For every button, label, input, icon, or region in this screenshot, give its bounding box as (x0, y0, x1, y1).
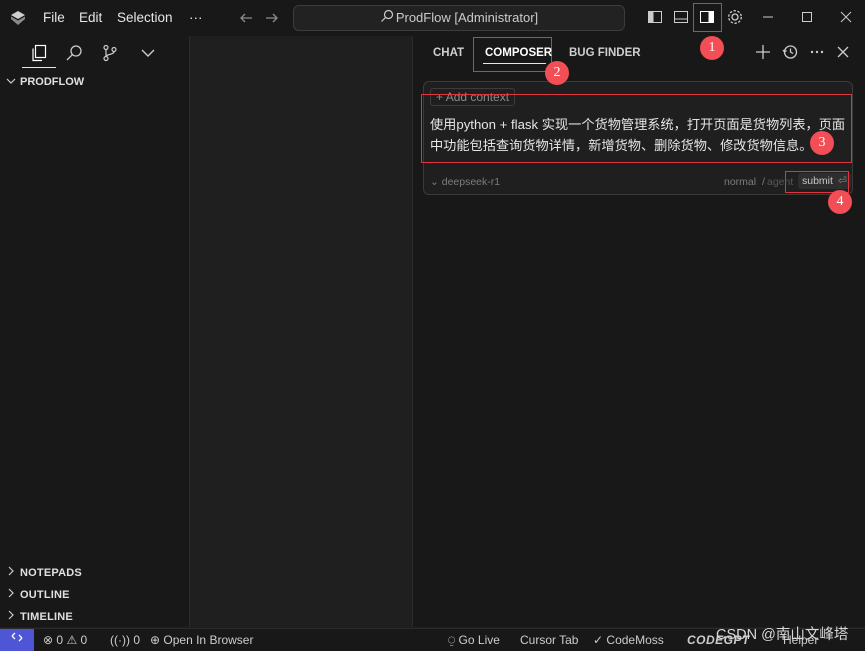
section-notepads[interactable]: NOTEPADS (6, 563, 82, 583)
forward-arrow-icon[interactable] (260, 6, 284, 30)
section-notepads-label: NOTEPADS (20, 567, 82, 579)
annotation-badge-2: 2 (545, 61, 569, 85)
tab-chat[interactable]: CHAT (433, 36, 464, 70)
warning-icon: ⚠ (66, 633, 78, 647)
command-center-label: ProdFlow [Administrator] (395, 10, 539, 25)
back-arrow-icon[interactable] (234, 6, 258, 30)
maximize-icon[interactable] (795, 5, 819, 29)
go-live-label: Go Live (458, 633, 500, 647)
chevron-right-icon (6, 585, 20, 605)
close-window-icon[interactable] (834, 5, 858, 29)
section-outline[interactable]: OUTLINE (6, 585, 70, 605)
mode-normal[interactable]: normal (724, 174, 756, 190)
composer-panel: CHAT COMPOSER BUG FINDER + Add context 使… (413, 36, 865, 627)
toggle-primary-sidebar-icon[interactable] (643, 5, 667, 29)
mode-separator: / (762, 176, 765, 188)
tab-composer[interactable]: COMPOSER (485, 36, 552, 70)
tab-bug-finder[interactable]: BUG FINDER (569, 36, 641, 70)
watermark: CSDN @南山文峰塔 (716, 627, 849, 643)
warning-count: 0 (80, 633, 88, 647)
title-bar: File Edit Selection ··· ProdFlow [Admini… (0, 0, 865, 37)
chevron-down-icon[interactable] (136, 41, 160, 65)
gear-icon[interactable] (723, 5, 747, 29)
menu-more[interactable]: ··· (189, 0, 203, 36)
open-in-browser-label: Open In Browser (163, 633, 254, 647)
search-icon (380, 7, 394, 31)
annotation-box-3 (421, 94, 852, 163)
editor-area[interactable] (190, 36, 413, 627)
remote-indicator-icon[interactable] (0, 629, 34, 651)
go-live-button[interactable]: ⍜ Go Live (448, 629, 500, 651)
check-icon: ✓ (593, 633, 604, 647)
close-panel-icon[interactable] (831, 40, 855, 64)
search-view-icon[interactable] (62, 41, 86, 65)
annotation-badge-4: 4 (828, 190, 852, 214)
ports-count: 0 (133, 633, 141, 647)
section-timeline-label: TIMELINE (20, 611, 73, 623)
model-label: deepseek-r1 (441, 176, 501, 188)
error-icon: ⊗ (43, 633, 54, 647)
codemoss-button[interactable]: ✓ CodeMoss (593, 629, 664, 651)
globe-icon: ⊕ (150, 633, 161, 647)
source-control-icon[interactable] (98, 41, 122, 65)
tab-composer-underline (483, 63, 546, 64)
menu-file[interactable]: File (43, 0, 65, 36)
codemoss-label: CodeMoss (606, 633, 664, 647)
section-timeline[interactable]: TIMELINE (6, 607, 73, 627)
chevron-right-icon (6, 563, 20, 583)
app-logo-icon (6, 6, 30, 30)
minimize-icon[interactable] (756, 5, 780, 29)
explorer-title: PRODFLOW (20, 76, 85, 88)
menu-edit[interactable]: Edit (79, 0, 102, 36)
toggle-secondary-sidebar-icon[interactable] (695, 5, 719, 29)
error-count: 0 (56, 633, 64, 647)
explorer-icon[interactable] (27, 41, 51, 65)
broadcast-icon: ⍜ (448, 633, 456, 647)
primary-sidebar: PRODFLOW NOTEPADS OUTLINE TIMELINE (0, 36, 190, 627)
annotation-badge-3: 3 (810, 131, 834, 155)
ports-indicator[interactable]: ((·)) 0 (110, 629, 140, 651)
history-icon[interactable] (778, 40, 802, 64)
cursor-tab-button[interactable]: Cursor Tab (520, 629, 578, 651)
more-actions-icon[interactable] (805, 40, 829, 64)
command-center[interactable]: ProdFlow [Administrator] (293, 5, 625, 31)
section-outline-label: OUTLINE (20, 589, 70, 601)
chevron-right-icon (6, 607, 20, 627)
explorer-root[interactable]: PRODFLOW (6, 72, 84, 92)
open-in-browser-button[interactable]: ⊕ Open In Browser (150, 629, 253, 651)
chevron-down-icon: ⌄ (430, 176, 439, 188)
active-view-indicator (22, 67, 56, 68)
annotation-badge-1: 1 (700, 36, 724, 60)
broadcast-icon: ((·)) (110, 633, 130, 647)
chevron-down-icon (6, 72, 20, 92)
plus-icon[interactable] (751, 40, 775, 64)
model-selector[interactable]: ⌄ deepseek-r1 (430, 174, 500, 190)
toggle-panel-icon[interactable] (669, 5, 693, 29)
problems-indicator[interactable]: ⊗ 0 ⚠ 0 (43, 629, 87, 651)
status-bar: ⊗ 0 ⚠ 0 ((·)) 0 ⊕ Open In Browser ⍜ Go L… (0, 627, 865, 651)
menu-selection[interactable]: Selection (117, 0, 173, 36)
